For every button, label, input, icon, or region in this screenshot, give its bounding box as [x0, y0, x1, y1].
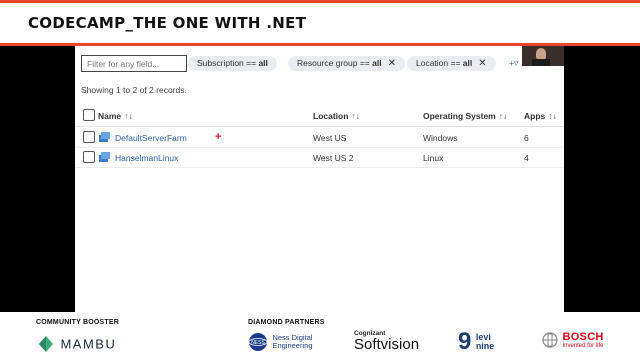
video-stage: Subscription == all Resource group == al…	[0, 46, 640, 312]
sort-icon: ↑↓	[548, 111, 557, 121]
cursor-plus-icon: +	[215, 131, 222, 143]
column-header-location[interactable]: Location ↑↓	[313, 111, 360, 121]
event-title: CODECAMP_THE ONE WITH .NET	[28, 14, 307, 32]
levi-nine-logo: 9 levi nine	[458, 328, 495, 355]
apps-cell: 4	[524, 153, 529, 163]
subscription-filter-pill[interactable]: Subscription == all	[188, 56, 277, 71]
sort-icon: ↑↓	[498, 111, 508, 121]
add-filter-icon: +▿	[509, 58, 519, 68]
filter-input[interactable]	[81, 55, 187, 72]
close-icon[interactable]: ✕	[388, 56, 396, 71]
table-row[interactable]: DefaultServerFarm + West US Windows 6	[75, 127, 564, 148]
resource-name-link[interactable]: DefaultServerFarm	[115, 133, 187, 143]
filter-toolbar: Subscription == all Resource group == al…	[81, 55, 564, 73]
pill-value: all	[258, 58, 268, 68]
location-cell: West US 2	[313, 153, 354, 163]
sponsor-footer: COMMUNITY BOOSTER DIAMOND PARTNERS MAMBU…	[0, 312, 640, 360]
pill-value: all	[372, 58, 382, 68]
select-all-checkbox[interactable]	[83, 109, 95, 121]
azure-portal-panel: Subscription == all Resource group == al…	[75, 46, 564, 312]
app-service-plan-icon	[99, 152, 110, 162]
pill-label: Location ==	[416, 58, 463, 68]
os-cell: Linux	[423, 153, 444, 163]
bosch-logo: BOSCH Invented for life	[542, 331, 604, 349]
table-row[interactable]: HanselmanLinux West US 2 Linux 4	[75, 147, 564, 168]
ness-globe-icon: NESS	[248, 333, 268, 351]
sort-ascending-icon: ↑↓	[124, 111, 133, 121]
mambu-logo: MAMBU	[36, 334, 116, 354]
bosch-armature-icon	[542, 332, 558, 348]
diamond-partners-label: DIAMOND PARTNERS	[248, 319, 325, 326]
resource-group-filter-pill[interactable]: Resource group == all ✕	[288, 56, 405, 71]
cognizant-softvision-logo: Cognizant Softvision	[354, 330, 420, 353]
column-header-name[interactable]: Name ↑↓	[98, 111, 133, 121]
presenter-webcam	[522, 46, 564, 66]
resource-name-link[interactable]: HanselmanLinux	[115, 153, 178, 163]
records-summary: Showing 1 to 2 of 2 records.	[81, 85, 187, 95]
sort-icon: ↑↓	[351, 111, 360, 121]
ness-logo: NESS Ness Digital Engineering	[248, 332, 312, 352]
app-service-plan-icon	[99, 132, 110, 142]
title-area: CODECAMP_THE ONE WITH .NET	[0, 3, 640, 43]
mambu-leaf-icon	[39, 336, 53, 352]
table-header: Name ↑↓ Location ↑↓ Operating System ↑↓ App…	[75, 106, 564, 127]
os-cell: Windows	[423, 133, 458, 143]
close-icon[interactable]: ✕	[478, 56, 486, 71]
location-cell: West US	[313, 133, 347, 143]
community-booster-label: COMMUNITY BOOSTER	[36, 319, 119, 326]
column-header-operating-system[interactable]: Operating System ↑↓	[423, 111, 507, 121]
pill-label: Subscription ==	[197, 58, 259, 68]
row-checkbox[interactable]	[83, 131, 95, 143]
svg-text:NESS: NESS	[251, 340, 265, 346]
location-filter-pill[interactable]: Location == all ✕	[407, 56, 496, 71]
column-header-apps[interactable]: Apps ↑↓	[524, 111, 557, 121]
pill-value: all	[462, 58, 473, 68]
apps-cell: 6	[524, 133, 529, 143]
row-checkbox[interactable]	[83, 151, 95, 163]
pill-label: Resource group ==	[297, 58, 373, 68]
